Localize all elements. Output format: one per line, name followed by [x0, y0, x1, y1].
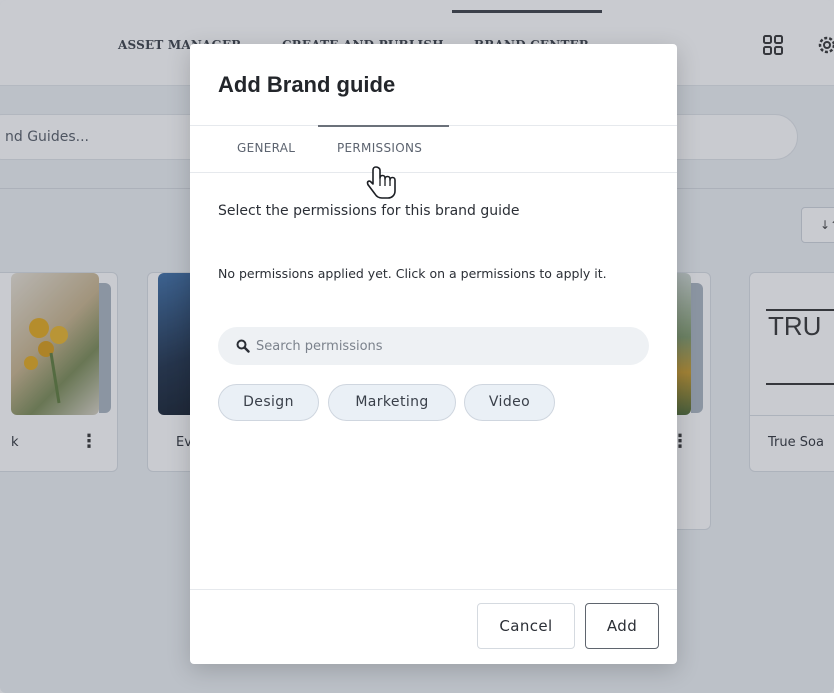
active-tab-indicator	[318, 125, 449, 127]
permission-chip-design[interactable]: Design	[218, 384, 319, 421]
tab-general[interactable]: GENERAL	[237, 141, 295, 155]
add-button[interactable]: Add	[585, 603, 659, 649]
footer-divider	[190, 589, 677, 590]
permissions-search-input[interactable]	[256, 327, 636, 365]
search-icon	[236, 339, 250, 353]
cancel-button[interactable]: Cancel	[477, 603, 575, 649]
tab-permissions[interactable]: PERMISSIONS	[337, 141, 422, 155]
empty-permissions-message: No permissions applied yet. Click on a p…	[218, 266, 607, 281]
dialog-title: Add Brand guide	[218, 72, 396, 97]
permission-chip-marketing[interactable]: Marketing	[328, 384, 456, 421]
permissions-prompt: Select the permissions for this brand gu…	[218, 203, 520, 219]
hand-pointer-cursor-icon	[366, 166, 396, 199]
permission-chip-video[interactable]: Video	[464, 384, 555, 421]
add-brand-guide-dialog: Add Brand guide GENERAL PERMISSIONS Sele…	[190, 44, 677, 664]
tabs-divider	[190, 172, 677, 173]
permissions-search[interactable]	[218, 327, 649, 365]
